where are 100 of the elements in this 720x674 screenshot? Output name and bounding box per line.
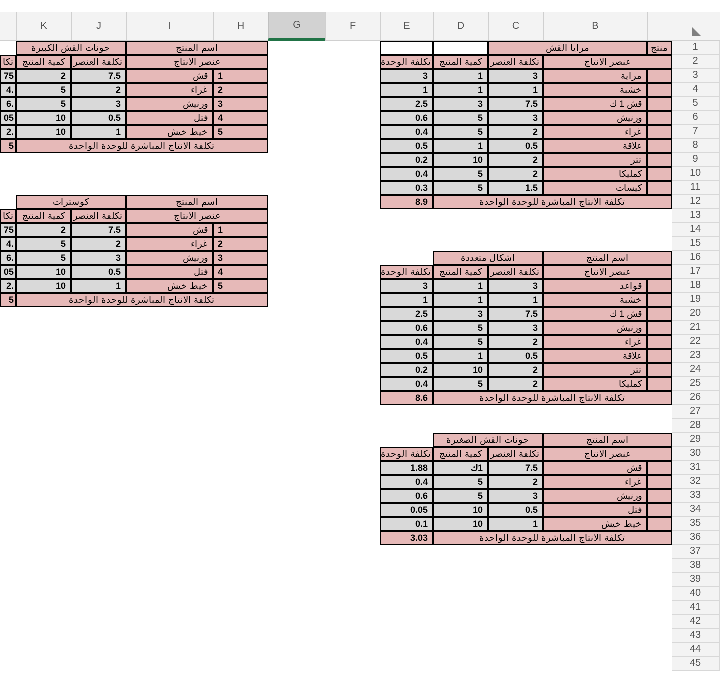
column-title: تكلفة العنصر — [71, 209, 126, 223]
column-header[interactable] — [0, 12, 16, 41]
row-header[interactable]: 18 — [672, 279, 720, 293]
total-value: 8.9 — [380, 195, 433, 209]
table-cell: 0.4 — [380, 125, 433, 139]
total-value: 5 — [0, 293, 16, 307]
column-header[interactable]: C — [488, 12, 543, 41]
table-cell: 1 — [71, 125, 126, 139]
table-cell: .2 — [0, 279, 16, 293]
row-header[interactable]: 2 — [672, 55, 720, 69]
row-header[interactable]: 9 — [672, 153, 720, 167]
table-cell: 0.5 — [488, 503, 543, 517]
row-header[interactable]: 29 — [672, 433, 720, 447]
table-cell: 10 — [433, 517, 488, 531]
row-header[interactable]: 43 — [672, 629, 720, 643]
row-header[interactable]: 38 — [672, 559, 720, 573]
column-title: تكلفة العنصر — [488, 55, 543, 69]
row-header[interactable]: 24 — [672, 363, 720, 377]
row-header[interactable]: 20 — [672, 307, 720, 321]
item-name: خيط خيش — [126, 279, 213, 293]
table-cell: 0.1 — [380, 517, 433, 531]
row-header[interactable]: 6 — [672, 111, 720, 125]
column-header[interactable]: B — [543, 12, 647, 41]
row-header[interactable]: 40 — [672, 587, 720, 601]
row-header[interactable]: 41 — [672, 601, 720, 615]
column-header[interactable]: G — [268, 12, 325, 41]
column-header[interactable]: I — [126, 12, 213, 41]
column-header[interactable] — [647, 12, 672, 41]
row-header[interactable]: 5 — [672, 97, 720, 111]
table-cell: 5 — [433, 111, 488, 125]
row-header[interactable]: 12 — [672, 195, 720, 209]
product-label: اسم المنتج — [543, 433, 672, 447]
row-header[interactable]: 31 — [672, 461, 720, 475]
row-header[interactable]: 19 — [672, 293, 720, 307]
item-name: كمليكا — [543, 377, 647, 391]
item-name: ورنيش — [126, 251, 213, 265]
table-cell: 1 — [433, 139, 488, 153]
row-header[interactable]: 3 — [672, 69, 720, 83]
select-all-icon[interactable] — [692, 27, 700, 36]
table-cell: 0.6 — [380, 489, 433, 503]
column-title: تكا — [0, 55, 16, 69]
row-header[interactable]: 32 — [672, 475, 720, 489]
row-header[interactable]: 14 — [672, 223, 720, 237]
product-label: منتج — [647, 41, 672, 55]
table-cell: 0.2 — [380, 153, 433, 167]
table-cell: 0.5 — [380, 139, 433, 153]
row-header[interactable]: 36 — [672, 531, 720, 545]
item-name: غراء — [126, 237, 213, 251]
table-cell: 3 — [488, 111, 543, 125]
row-header[interactable]: 13 — [672, 209, 720, 223]
table-cell: 75 — [0, 69, 16, 83]
item-name: خيط خيش — [126, 125, 213, 139]
table-cell: 1 — [488, 517, 543, 531]
row-header[interactable]: 34 — [672, 503, 720, 517]
table-cell: 2.5 — [380, 97, 433, 111]
row-header[interactable]: 45 — [672, 657, 720, 671]
row-header[interactable]: 37 — [672, 545, 720, 559]
row-header[interactable]: 8 — [672, 139, 720, 153]
column-header[interactable]: K — [16, 12, 71, 41]
row-header[interactable]: 16 — [672, 251, 720, 265]
row-number: 1 — [213, 69, 268, 83]
row-header[interactable]: 21 — [672, 321, 720, 335]
table-cell: 5 — [16, 97, 71, 111]
row-number: 4 — [213, 265, 268, 279]
row-header[interactable]: 28 — [672, 419, 720, 433]
row-header[interactable]: 42 — [672, 615, 720, 629]
row-header[interactable]: 25 — [672, 377, 720, 391]
item-name: تتر — [543, 363, 647, 377]
row-header[interactable]: 17 — [672, 265, 720, 279]
row-header[interactable]: 35 — [672, 517, 720, 531]
table-cell: 10 — [16, 111, 71, 125]
item-name: غراء — [126, 83, 213, 97]
row-header[interactable]: 10 — [672, 167, 720, 181]
column-title: عنصر الانتاج — [543, 447, 672, 461]
row-header[interactable]: 1 — [672, 41, 720, 55]
column-header[interactable]: H — [213, 12, 268, 41]
row-header[interactable]: 15 — [672, 237, 720, 251]
row-header[interactable]: 44 — [672, 643, 720, 657]
row-header[interactable]: 23 — [672, 349, 720, 363]
row-header[interactable]: 33 — [672, 489, 720, 503]
column-header[interactable]: E — [380, 12, 433, 41]
table-cell: 1 — [488, 83, 543, 97]
column-header[interactable]: F — [325, 12, 380, 41]
row-header[interactable]: 27 — [672, 405, 720, 419]
row-header[interactable]: 4 — [672, 83, 720, 97]
column-title: تكلفة الوحدة — [380, 55, 433, 69]
table-cell: .2 — [0, 125, 16, 139]
row-header[interactable]: 26 — [672, 391, 720, 405]
row-header[interactable]: 22 — [672, 335, 720, 349]
table-cell: 3 — [71, 251, 126, 265]
row-header[interactable]: 7 — [672, 125, 720, 139]
column-header[interactable]: D — [433, 12, 488, 41]
row-header[interactable]: 30 — [672, 447, 720, 461]
table-cell: 3 — [488, 279, 543, 293]
row-header[interactable]: 11 — [672, 181, 720, 195]
table-cell: 10 — [16, 125, 71, 139]
table-cell: 0.4 — [380, 335, 433, 349]
table-cell: 5 — [16, 251, 71, 265]
column-header[interactable]: J — [71, 12, 126, 41]
row-header[interactable]: 39 — [672, 573, 720, 587]
